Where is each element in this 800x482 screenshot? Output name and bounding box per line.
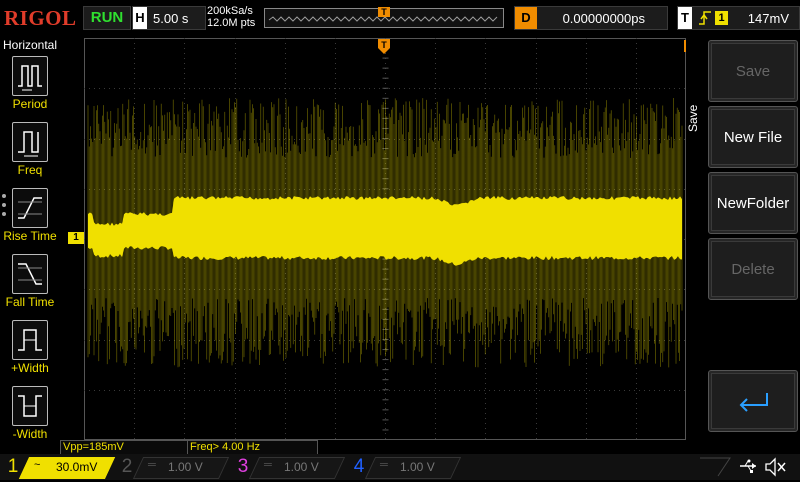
measurement-results-bar: Vpp=185mV Freq> 4.00 Hz — [0, 440, 700, 455]
brand-logo: RIGOL — [4, 6, 77, 30]
channel-4-coupling: ═ — [380, 459, 388, 471]
channel-1-scale: 30.0mV — [56, 460, 98, 474]
memory-position-bar: T — [264, 7, 504, 28]
channel-3-scale: 1.00 V — [284, 460, 319, 474]
new-file-label: New File — [711, 109, 795, 165]
rise-time-label: Rise Time — [3, 229, 57, 243]
channel-2-scale: 1.00 V — [168, 460, 203, 474]
top-status-bar: RIGOL RUN H 5.00 s 200kSa/s 12.0M pts T … — [0, 0, 800, 36]
save-menu-title: Save — [686, 104, 700, 132]
return-button[interactable] — [708, 370, 798, 432]
sample-rate: 200kSa/s — [207, 5, 253, 17]
svg-text:T: T — [381, 40, 387, 50]
save-button-label: Save — [711, 43, 795, 99]
measure-period-button[interactable]: Period — [0, 56, 60, 118]
measurement-vpp[interactable]: Vpp=185mV — [60, 440, 188, 455]
memory-depth: 12.0M pts — [207, 17, 256, 29]
delay-box[interactable]: D 0.00000000ps — [514, 6, 668, 30]
trigger-level: 147mV — [747, 11, 789, 26]
ch1-ground-marker[interactable]: 1 — [68, 232, 84, 244]
run-stop-indicator[interactable]: RUN — [83, 6, 131, 30]
channel-3-coupling: ═ — [264, 459, 272, 471]
measurement-freq[interactable]: Freq> 4.00 Hz — [187, 440, 318, 455]
channel-2-status[interactable]: 2 ═ 1.00 V — [118, 456, 230, 479]
delete-label: Delete — [711, 241, 795, 297]
delay-tag: D — [515, 7, 537, 29]
trigger-box[interactable]: T 1 147mV — [677, 6, 800, 30]
channel-4-scale: 1.00 V — [400, 460, 435, 474]
negative-width-label: -Width — [12, 427, 48, 441]
usb-icon — [738, 458, 758, 477]
ch1-waveform — [87, 98, 683, 368]
positive-width-label: +Width — [11, 361, 49, 375]
period-icon — [12, 56, 48, 96]
channel-1-number: 1 — [7, 456, 19, 477]
rise-time-icon — [12, 188, 48, 228]
waveform-display[interactable] — [84, 38, 686, 440]
status-divider — [700, 457, 731, 477]
timebase-tag: H — [133, 7, 147, 29]
ch1-signal-band — [88, 196, 682, 266]
trigger-source: 1 — [715, 11, 728, 25]
channel-4-number: 4 — [353, 456, 365, 477]
channel-3-status[interactable]: 3 ═ 1.00 V — [234, 456, 346, 479]
timebase-box[interactable]: H 5.00 s — [132, 6, 206, 30]
new-folder-button[interactable]: NewFolder — [708, 172, 798, 234]
save-button[interactable]: Save — [708, 40, 798, 102]
return-arrow-icon — [739, 393, 768, 412]
period-label: Period — [12, 97, 48, 111]
timebase-value: 5.00 s — [153, 11, 189, 26]
save-softkey-panel: Save Save New File NewFolder Delete — [686, 36, 800, 440]
negative-width-icon — [12, 386, 48, 426]
measure-menu-title: Horizontal — [2, 38, 58, 52]
measure-negative-width-button[interactable]: -Width — [0, 386, 60, 448]
delay-value: 0.00000000ps — [562, 11, 645, 26]
measure-menu: Horizontal Period Freq Rise Time Fall Ti… — [0, 36, 60, 441]
frequency-icon — [12, 122, 48, 162]
measure-positive-width-button[interactable]: +Width — [0, 320, 60, 382]
measure-fall-time-button[interactable]: Fall Time — [0, 254, 60, 316]
new-file-button[interactable]: New File — [708, 106, 798, 168]
channel-4-status[interactable]: 4 ═ 1.00 V — [350, 456, 462, 479]
channel-1-status[interactable]: 1 ~ 30.0mV — [4, 456, 116, 479]
measure-rise-time-button[interactable]: Rise Time — [0, 188, 60, 250]
trigger-position-icon[interactable]: T — [378, 39, 390, 55]
trigger-position-marker: T — [378, 7, 390, 17]
rising-edge-icon — [698, 9, 712, 30]
measure-frequency-button[interactable]: Freq — [0, 122, 60, 184]
positive-width-icon — [12, 320, 48, 360]
frequency-label: Freq — [17, 163, 43, 177]
channel-1-coupling: ~ — [34, 459, 41, 471]
channel-3-number: 3 — [237, 456, 249, 477]
fall-time-label: Fall Time — [5, 295, 55, 309]
delete-button[interactable]: Delete — [708, 238, 798, 300]
channel-2-coupling: ═ — [148, 459, 156, 471]
speaker-mute-icon[interactable] — [764, 457, 788, 482]
fall-time-icon — [12, 254, 48, 294]
channel-2-number: 2 — [121, 456, 133, 477]
new-folder-label: NewFolder — [711, 175, 795, 231]
channel-status-bar: 1 ~ 30.0mV 2 ═ 1.00 V 3 ═ 1.00 V 4 ═ 1.0… — [0, 454, 800, 480]
trigger-tag: T — [678, 7, 692, 29]
acquisition-info: 200kSa/s 12.0M pts — [207, 5, 255, 29]
